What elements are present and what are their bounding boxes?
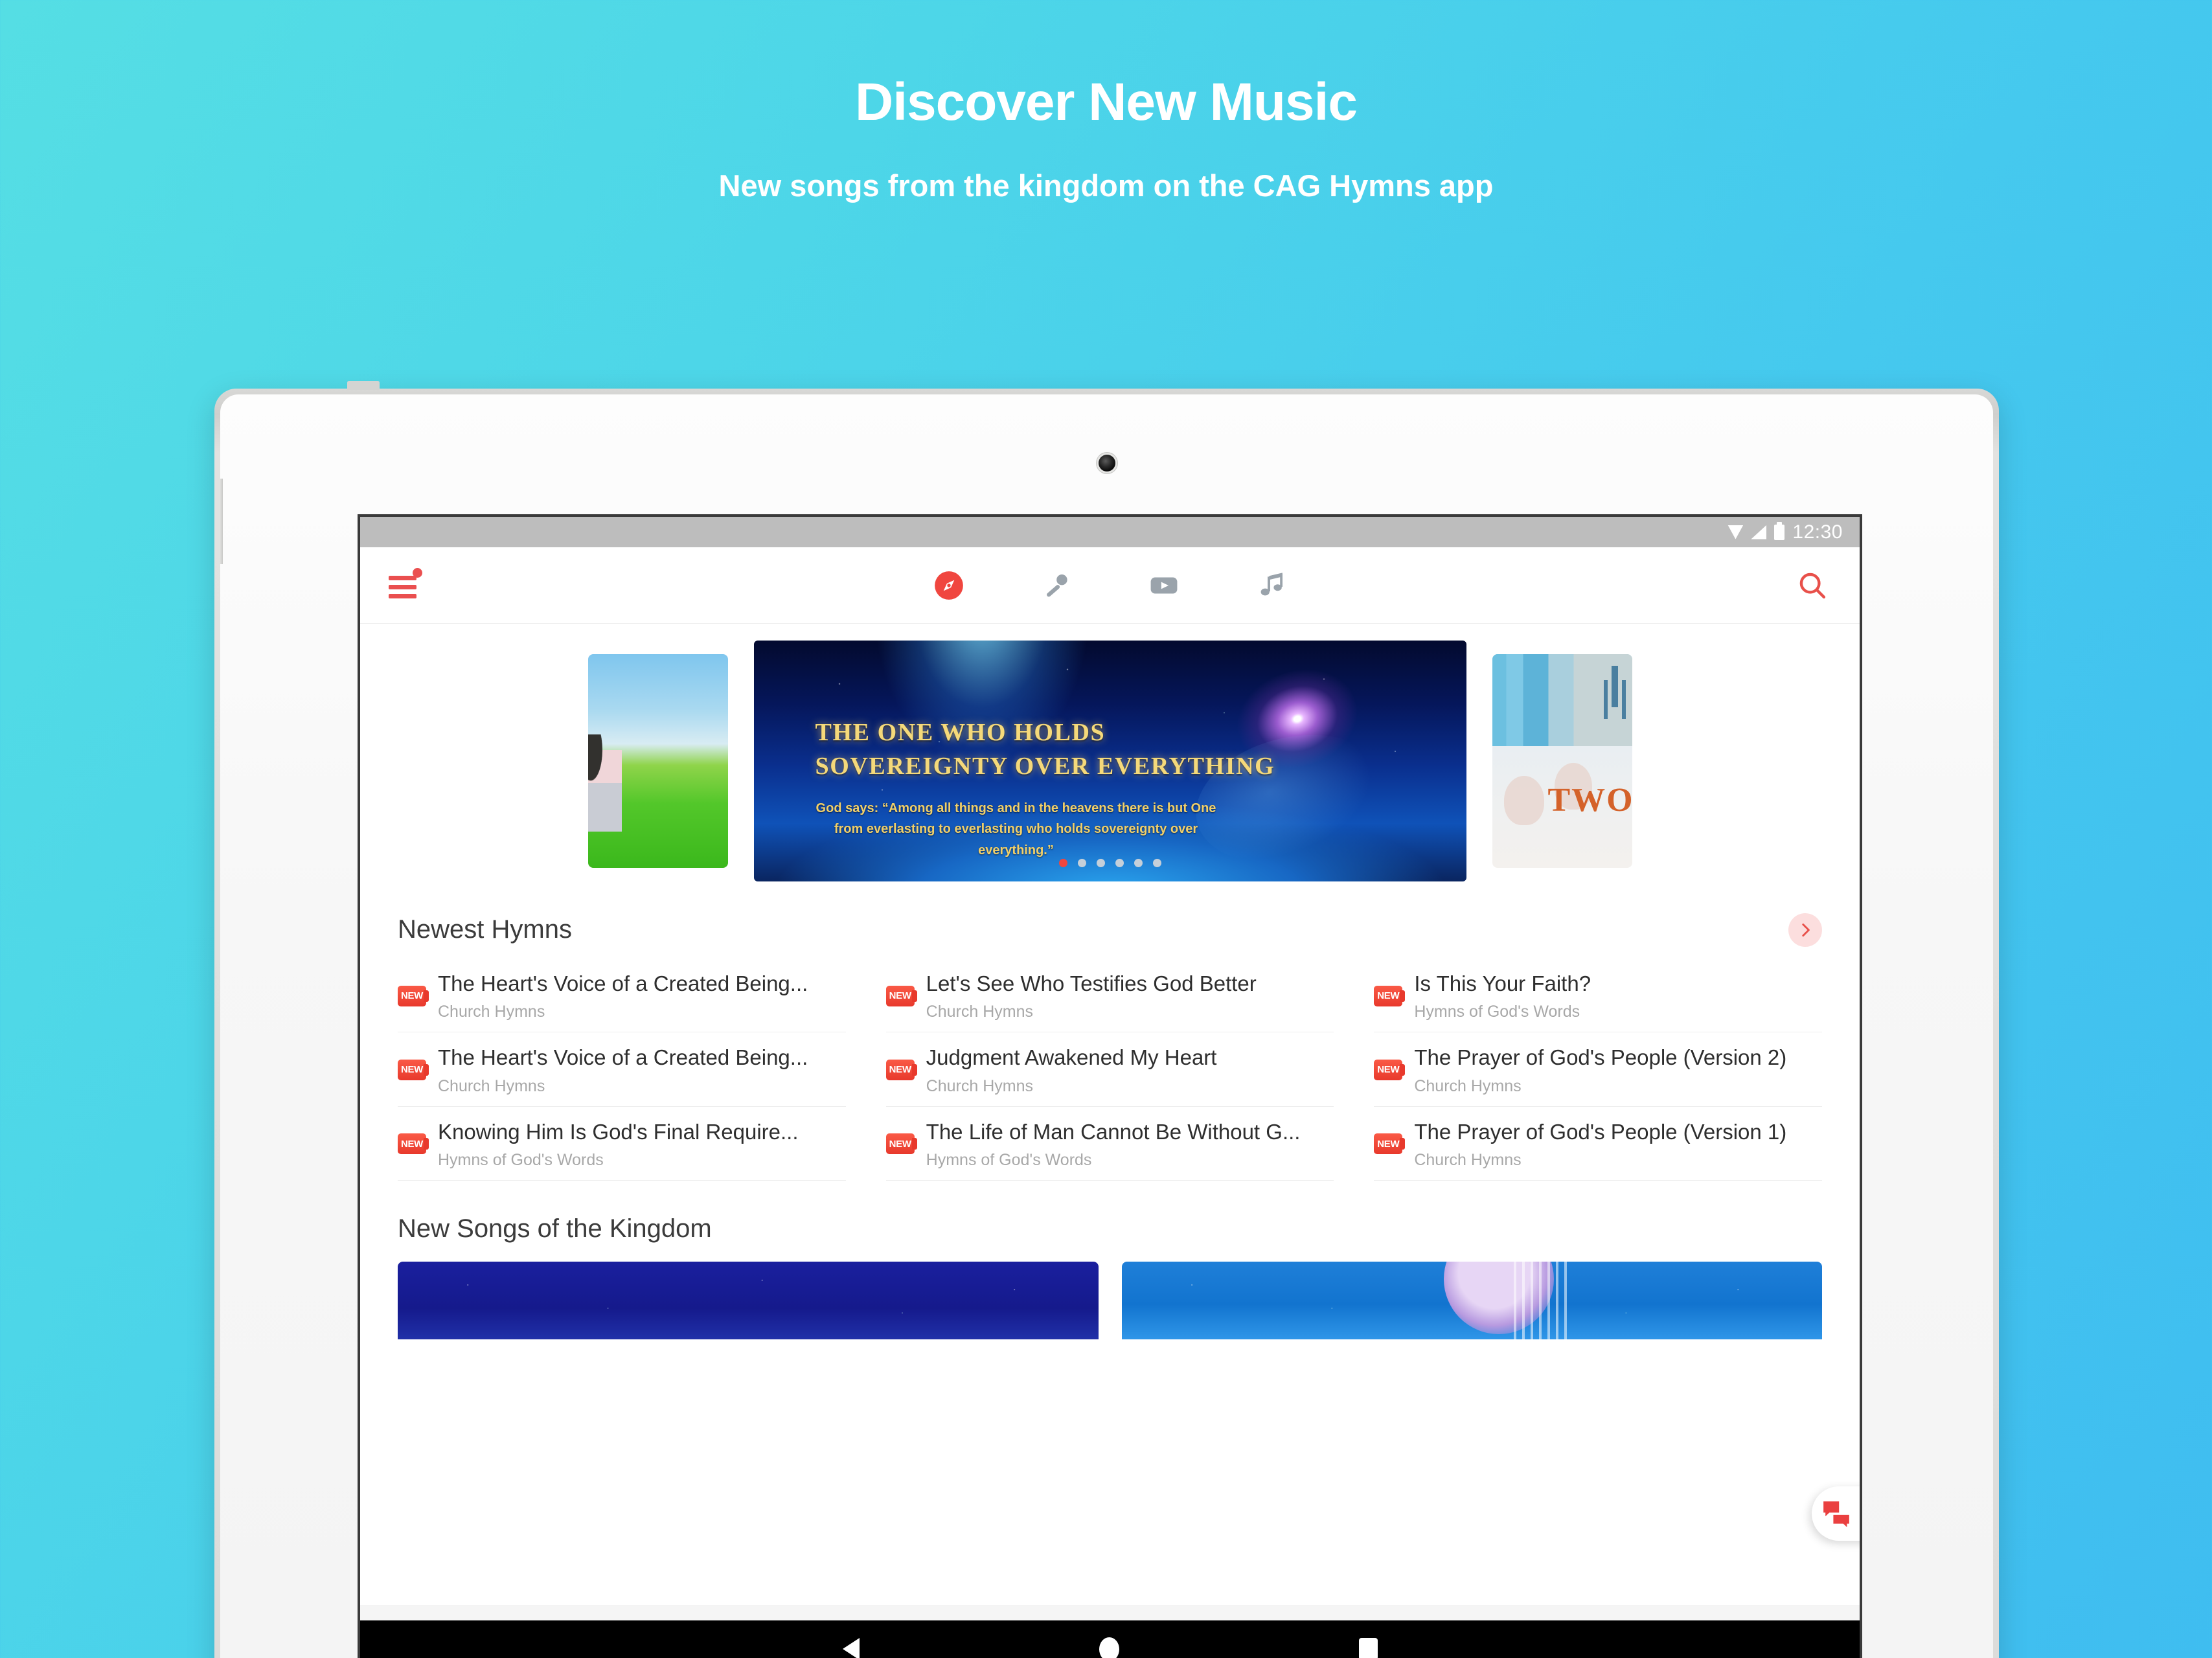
kingdom-songs-header: New Songs of the Kingdom	[360, 1214, 1860, 1244]
promo-header: Discover New Music New songs from the ki…	[0, 0, 2212, 203]
kingdom-songs-title: New Songs of the Kingdom	[398, 1214, 712, 1243]
banner-title-line1: THE ONE WHO HOLDS	[815, 719, 1106, 746]
new-badge-icon: NEW	[885, 1133, 917, 1155]
hymn-album: Hymns of God's Words	[1414, 1003, 1580, 1021]
power-button[interactable]	[220, 479, 223, 564]
music-note-icon	[1260, 572, 1283, 595]
new-badge-icon: NEW	[1374, 1133, 1406, 1155]
hymn-list-item[interactable]: NEW The Heart's Voice of a Created Being…	[398, 959, 846, 1033]
thumbnail-overlay-text: TWO	[1547, 782, 1632, 819]
hymn-list-item[interactable]: NEW Knowing Him Is God's Final Require..…	[398, 1107, 846, 1181]
church-window-band	[1492, 654, 1632, 746]
hymn-list-item[interactable]: NEW Is This Your Faith? Hymns of God's W…	[1374, 959, 1822, 1033]
tablet-top-nub	[347, 381, 380, 390]
app-content: THE ONE WHO HOLDS SOVEREIGNTY OVER EVERY…	[360, 624, 1860, 1658]
status-bar-clock: 12:30	[1792, 521, 1843, 543]
home-circle-icon[interactable]	[1099, 1637, 1119, 1658]
hymn-title: The Prayer of God's People (Version 1)	[1414, 1119, 1787, 1144]
banner-body-text: God says: “Among all things and in the h…	[815, 801, 1216, 857]
kingdom-song-card[interactable]	[398, 1261, 1099, 1339]
chat-bubble-icon	[1823, 1501, 1849, 1527]
promo-subtitle: New songs from the kingdom on the CAG Hy…	[718, 168, 1494, 203]
carousel-next-thumbnail[interactable]: TWO	[1492, 654, 1632, 868]
hymn-title: Judgment Awakened My Heart	[926, 1045, 1217, 1070]
chat-bubble-button[interactable]	[1812, 1486, 1860, 1541]
new-badge-icon: NEW	[398, 1059, 429, 1080]
hymn-list-item[interactable]: NEW Let's See Who Testifies God Better C…	[885, 959, 1334, 1033]
featured-carousel: THE ONE WHO HOLDS SOVEREIGNTY OVER EVERY…	[360, 641, 1860, 881]
android-screen: 12:30 THE ONE WHO HOLDS SOVEREIGNTY OVER…	[358, 514, 1862, 1658]
hymn-album: Hymns of God's Words	[438, 1150, 604, 1169]
hamburger-menu-icon[interactable]	[389, 567, 422, 600]
hymn-title: Knowing Him Is God's Final Require...	[438, 1119, 799, 1144]
hymn-list-item[interactable]: NEW The Prayer of God's People (Version …	[1374, 1032, 1822, 1107]
hymn-album: Church Hymns	[926, 1076, 1033, 1095]
new-badge-icon: NEW	[1374, 985, 1406, 1006]
banner-title-line2: SOVEREIGNTY OVER EVERYTHING	[815, 753, 1275, 780]
new-badge-icon: NEW	[398, 1133, 429, 1155]
tab-discover[interactable]	[931, 567, 967, 604]
tablet-bezel: 12:30 THE ONE WHO HOLDS SOVEREIGNTY OVER…	[220, 394, 1993, 1658]
new-badge-icon: NEW	[885, 985, 917, 1006]
search-icon	[1799, 573, 1826, 598]
hymn-album: Church Hymns	[438, 1003, 545, 1021]
compass-icon	[934, 571, 963, 600]
carousel-dot[interactable]	[1096, 859, 1105, 867]
hymn-list-item[interactable]: NEW The Prayer of God's People (Version …	[1374, 1107, 1822, 1181]
carousel-dot[interactable]	[1058, 859, 1067, 867]
hymn-album: Church Hymns	[1414, 1076, 1522, 1095]
back-triangle-icon[interactable]	[842, 1638, 860, 1658]
carousel-prev-thumbnail[interactable]	[587, 654, 728, 868]
front-camera	[1098, 455, 1115, 471]
hymn-album: Hymns of God's Words	[926, 1150, 1092, 1169]
hymn-list-item[interactable]: NEW The Heart's Voice of a Created Being…	[398, 1032, 846, 1107]
newest-hymns-header: Newest Hymns	[360, 913, 1860, 947]
carousel-dot[interactable]	[1134, 859, 1143, 867]
hymn-title: The Heart's Voice of a Created Being...	[438, 971, 808, 995]
hymn-title: The Heart's Voice of a Created Being...	[438, 1045, 808, 1070]
newest-hymns-grid: NEW The Heart's Voice of a Created Being…	[360, 959, 1860, 1181]
kingdom-songs-cards	[360, 1261, 1860, 1339]
hymn-album: Church Hymns	[926, 1003, 1033, 1021]
top-nav-tabs	[931, 567, 1290, 604]
promo-title: Discover New Music	[855, 73, 1358, 131]
hymn-title: Let's See Who Testifies God Better	[926, 971, 1257, 995]
battery-icon	[1774, 521, 1785, 540]
hymn-album: Church Hymns	[1414, 1150, 1522, 1169]
signal-icon	[1751, 525, 1767, 539]
video-icon	[1150, 577, 1177, 593]
android-navigation-bar	[358, 1620, 1862, 1658]
tab-videos[interactable]	[1146, 567, 1182, 604]
hymn-list-item[interactable]: NEW Judgment Awakened My Heart Church Hy…	[885, 1032, 1334, 1107]
carousel-active-banner[interactable]: THE ONE WHO HOLDS SOVEREIGNTY OVER EVERY…	[753, 641, 1466, 881]
app-bar	[360, 547, 1860, 624]
carousel-dot[interactable]	[1115, 859, 1124, 867]
tab-music[interactable]	[1253, 567, 1290, 604]
menu-notification-dot	[413, 567, 422, 578]
wifi-icon	[1727, 525, 1744, 539]
new-badge-icon: NEW	[1374, 1059, 1406, 1080]
chevron-right-icon	[1802, 923, 1810, 937]
new-badge-icon: NEW	[398, 985, 429, 1006]
hymn-album: Church Hymns	[438, 1076, 545, 1095]
new-badge-icon: NEW	[885, 1059, 917, 1080]
status-bar: 12:30	[360, 517, 1860, 547]
search-button[interactable]	[1794, 567, 1831, 604]
carousel-dot[interactable]	[1077, 859, 1086, 867]
recents-square-icon[interactable]	[1358, 1638, 1378, 1658]
tab-sing[interactable]	[1038, 567, 1075, 604]
newest-hymns-title: Newest Hymns	[398, 915, 572, 944]
carousel-dots	[1058, 859, 1161, 867]
carousel-dot[interactable]	[1152, 859, 1161, 867]
congregant-silhouette	[1503, 776, 1544, 825]
hymn-title: Is This Your Faith?	[1414, 971, 1591, 995]
hymn-title: The Life of Man Cannot Be Without G...	[926, 1119, 1301, 1144]
newest-hymns-more-button[interactable]	[1788, 913, 1822, 947]
microphone-icon	[1046, 574, 1067, 596]
kingdom-song-card[interactable]	[1121, 1261, 1822, 1339]
tablet-device-frame: 12:30 THE ONE WHO HOLDS SOVEREIGNTY OVER…	[214, 381, 1999, 1658]
hymn-list-item[interactable]: NEW The Life of Man Cannot Be Without G.…	[885, 1107, 1334, 1181]
hymn-title: The Prayer of God's People (Version 2)	[1414, 1045, 1787, 1070]
